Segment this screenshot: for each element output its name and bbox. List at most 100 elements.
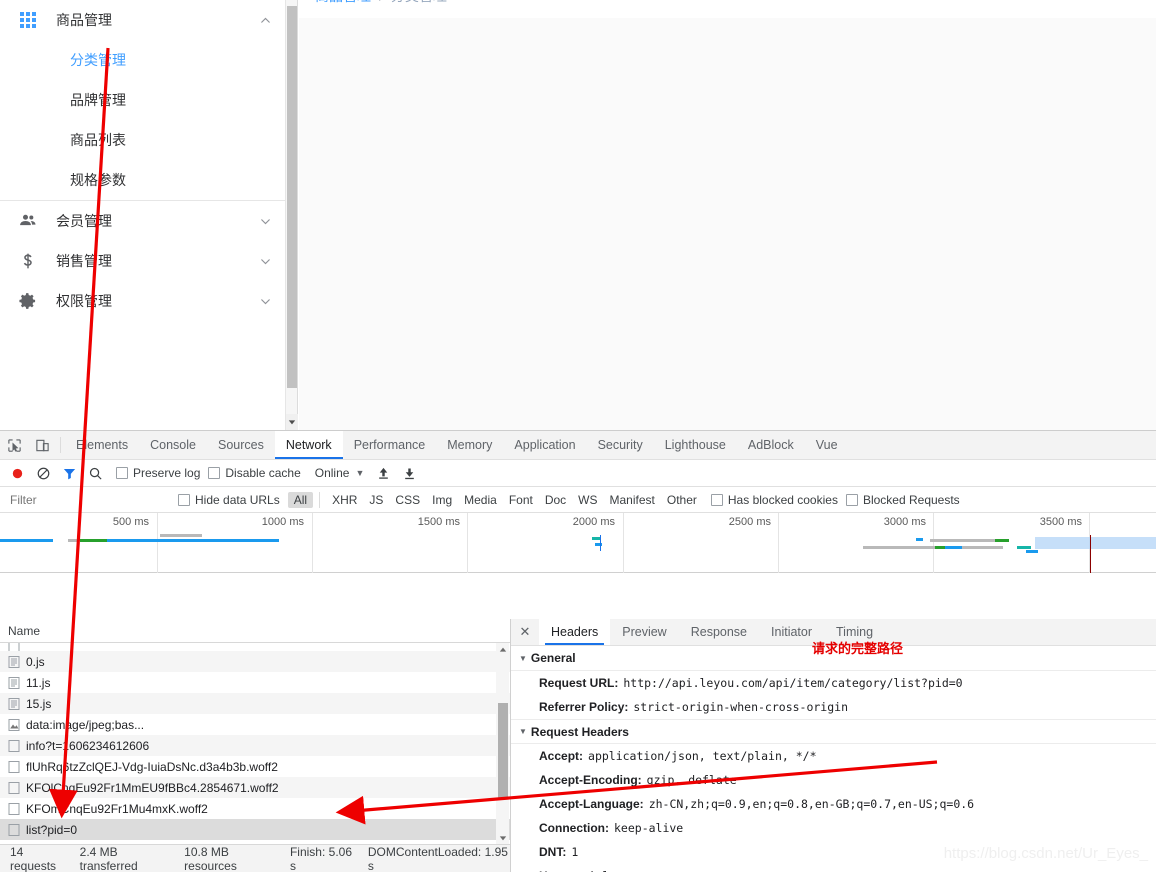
scroll-up-arrow-icon[interactable]: [496, 643, 509, 656]
request-list-header[interactable]: Name: [0, 619, 510, 643]
has-blocked-cookies-checkbox[interactable]: Has blocked cookies: [710, 493, 838, 507]
sidebar-item-product-list[interactable]: 商品列表: [0, 120, 285, 160]
clear-icon[interactable]: [30, 460, 56, 486]
caret-down-icon: ▼: [519, 653, 527, 663]
request-list-scrollbar[interactable]: [496, 643, 509, 844]
tab-elements[interactable]: Elements: [65, 431, 139, 459]
filter-type-font[interactable]: Font: [503, 492, 539, 508]
network-overview-timeline[interactable]: 500 ms 1000 ms 1500 ms 2000 ms 2500 ms 3…: [0, 513, 1156, 573]
network-throttling-select[interactable]: Online ▼: [315, 466, 365, 480]
toggle-device-toolbar-icon[interactable]: [28, 431, 56, 459]
people-icon: [0, 211, 56, 231]
load-marker: [600, 535, 601, 551]
sidebar-subitem-label: 商品列表: [70, 132, 126, 148]
breadcrumb-current: 分类管理: [391, 0, 447, 6]
table-row[interactable]: 15.js: [0, 693, 510, 714]
table-row-selected[interactable]: list?pid=0: [0, 819, 510, 840]
chevron-down-icon[interactable]: [245, 215, 285, 228]
record-icon[interactable]: [4, 460, 30, 486]
filter-type-media[interactable]: Media: [458, 492, 503, 508]
dom-content-loaded-marker: [1090, 535, 1091, 573]
request-list[interactable]: 0.js 11.js 15.js data:image/jpeg;bas... …: [0, 643, 510, 844]
network-filterbar: Hide data URLs All XHR JS CSS Img Media …: [0, 487, 1156, 513]
tab-memory[interactable]: Memory: [436, 431, 503, 459]
column-header-name: Name: [8, 623, 41, 638]
sidebar-item-brand-management[interactable]: 品牌管理: [0, 80, 285, 120]
chevron-down-icon[interactable]: [245, 255, 285, 268]
sidebar-item-category-management[interactable]: 分类管理: [0, 40, 285, 80]
tab-security[interactable]: Security: [587, 431, 654, 459]
grid-icon: [0, 12, 56, 28]
preserve-log-checkbox[interactable]: Preserve log: [116, 466, 200, 480]
sidebar-item-member-management[interactable]: 会员管理: [0, 201, 285, 241]
dollar-icon: [0, 251, 56, 271]
table-row[interactable]: info?t=1606234612606: [0, 735, 510, 756]
filter-type-img[interactable]: Img: [426, 492, 458, 508]
sidebar-item-sales-management[interactable]: 销售管理: [0, 241, 285, 281]
timeline-tick-1000: 1000 ms: [261, 516, 304, 528]
table-row[interactable]: 0.js: [0, 651, 510, 672]
filter-type-doc[interactable]: Doc: [539, 492, 572, 508]
table-row[interactable]: flUhRq6tzZclQEJ-Vdg-IuiaDsNc.d3a4b3b.wof…: [0, 756, 510, 777]
tab-console[interactable]: Console: [139, 431, 207, 459]
sidebar-item-product-management[interactable]: 商品管理: [0, 0, 285, 40]
tab-performance[interactable]: Performance: [343, 431, 437, 459]
table-row[interactable]: data:image/jpeg;bas...: [0, 714, 510, 735]
filter-type-css[interactable]: CSS: [389, 492, 426, 508]
tab-response[interactable]: Response: [679, 619, 759, 645]
sidebar-item-permission-management[interactable]: 权限管理: [0, 281, 285, 321]
blocked-requests-checkbox[interactable]: Blocked Requests: [845, 493, 960, 507]
status-requests: 14 requests: [10, 844, 57, 872]
scroll-down-arrow-icon[interactable]: [286, 414, 298, 430]
search-icon[interactable]: [82, 460, 108, 486]
generic-icon: [8, 739, 20, 753]
table-row[interactable]: KFOmCnqEu92Fr1Mu4mxK.woff2: [0, 798, 510, 819]
upload-icon[interactable]: [370, 460, 396, 486]
filter-input[interactable]: [0, 489, 170, 510]
table-row[interactable]: KFOlCnqEu92Fr1MmEU9fBBc4.2854671.woff2: [0, 777, 510, 798]
chevron-up-icon[interactable]: [245, 14, 285, 27]
download-icon[interactable]: [396, 460, 422, 486]
tab-headers[interactable]: Headers: [539, 619, 611, 645]
scrollbar-thumb[interactable]: [498, 703, 508, 798]
filter-type-manifest[interactable]: Manifest: [604, 492, 661, 508]
tab-application[interactable]: Application: [503, 431, 586, 459]
header-value[interactable]: http://api.leyou.com/api/item/category/l…: [618, 675, 962, 691]
scroll-down-arrow-icon[interactable]: [496, 831, 509, 844]
sidebar-group-products: 商品管理 分类管理 品牌管理 商品列表 规格参数: [0, 0, 285, 201]
tab-network[interactable]: Network: [274, 431, 343, 459]
timeline-selection[interactable]: [1035, 537, 1156, 549]
chevron-down-icon[interactable]: [245, 295, 285, 308]
tab-vue[interactable]: Vue: [805, 431, 849, 459]
sidebar-item-spec-params[interactable]: 规格参数: [0, 160, 285, 200]
header-row-dnt: DNT: 1: [511, 840, 1156, 864]
generic-icon: [8, 823, 20, 837]
filter-type-xhr[interactable]: XHR: [326, 492, 363, 508]
filter-type-all[interactable]: All: [287, 491, 314, 508]
sidebar-scrollbar-thumb[interactable]: [287, 6, 297, 388]
tab-sources[interactable]: Sources: [207, 431, 275, 459]
filter-type-other[interactable]: Other: [661, 492, 703, 508]
tab-adblock[interactable]: AdBlock: [737, 431, 805, 459]
close-icon[interactable]: ✕: [511, 619, 539, 645]
header-value: api.leyou.com: [570, 868, 665, 872]
request-name: KFOlCnqEu92Fr1MmEU9fBBc4.2854671.woff2: [26, 780, 279, 795]
tab-preview[interactable]: Preview: [610, 619, 678, 645]
table-row[interactable]: 11.js: [0, 672, 510, 693]
table-row[interactable]: [0, 643, 510, 651]
inspect-element-icon[interactable]: [0, 431, 28, 459]
disable-cache-checkbox[interactable]: Disable cache: [208, 466, 301, 480]
tab-lighthouse[interactable]: Lighthouse: [654, 431, 737, 459]
sidebar-scrollbar[interactable]: [286, 0, 298, 430]
section-request-headers[interactable]: ▼ Request Headers: [511, 719, 1156, 744]
devtools-tabbar: Elements Console Sources Network Perform…: [0, 431, 1156, 460]
filter-type-js[interactable]: JS: [363, 492, 389, 508]
breadcrumb-root[interactable]: 商品管理: [315, 0, 371, 6]
hide-data-urls-checkbox[interactable]: Hide data URLs: [178, 493, 280, 507]
gear-icon: [0, 291, 56, 311]
filter-type-ws[interactable]: WS: [572, 492, 603, 508]
section-title: General: [530, 651, 576, 665]
network-split: Name 0.js 11.js 15.js data:image/jpeg;ba…: [0, 619, 1156, 872]
filter-icon[interactable]: [56, 460, 82, 486]
request-name: data:image/jpeg;bas...: [26, 717, 145, 732]
